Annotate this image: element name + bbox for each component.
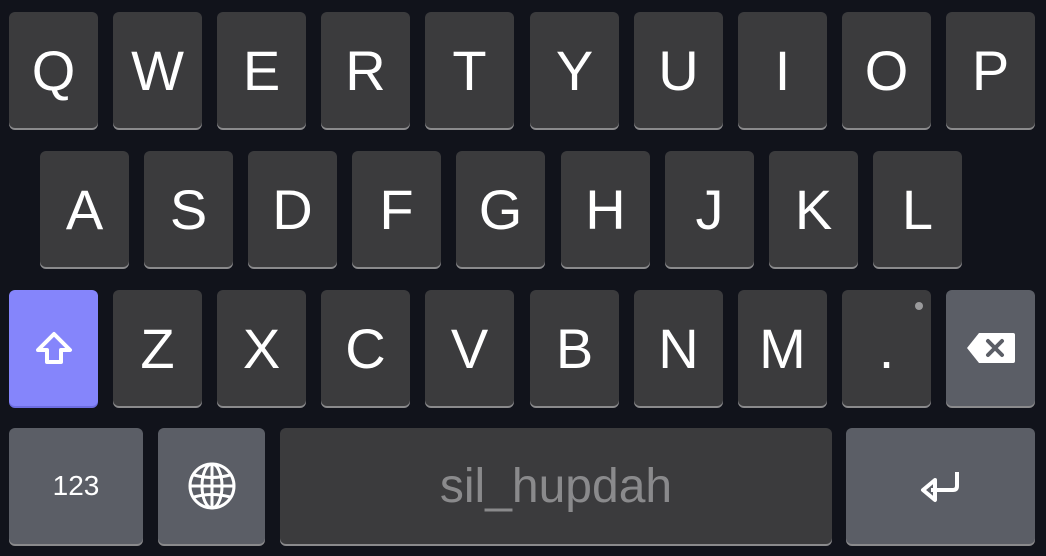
key-h[interactable]: H — [561, 151, 650, 267]
key-o[interactable]: O — [842, 12, 931, 128]
key-n[interactable]: N — [634, 290, 723, 406]
key-v[interactable]: V — [425, 290, 514, 406]
key-q[interactable]: Q — [9, 12, 98, 128]
key-period[interactable]: . — [842, 290, 931, 406]
key-b[interactable]: B — [530, 290, 619, 406]
key-m[interactable]: M — [738, 290, 827, 406]
key-a[interactable]: A — [40, 151, 129, 267]
key-f[interactable]: F — [352, 151, 441, 267]
key-c[interactable]: C — [321, 290, 410, 406]
enter-key[interactable] — [846, 428, 1035, 544]
shift-arrow-icon — [34, 330, 74, 366]
key-z[interactable]: Z — [113, 290, 202, 406]
key-p[interactable]: P — [946, 12, 1035, 128]
globe-icon — [186, 460, 238, 512]
key-t[interactable]: T — [425, 12, 514, 128]
key-x[interactable]: X — [217, 290, 306, 406]
key-u[interactable]: U — [634, 12, 723, 128]
key-r[interactable]: R — [321, 12, 410, 128]
numbers-key[interactable]: 123 — [9, 428, 143, 544]
key-g[interactable]: G — [456, 151, 545, 267]
backspace-icon — [965, 331, 1017, 365]
key-s[interactable]: S — [144, 151, 233, 267]
key-y[interactable]: Y — [530, 12, 619, 128]
backspace-key[interactable] — [946, 290, 1035, 406]
key-k[interactable]: K — [769, 151, 858, 267]
period-label: . — [878, 316, 895, 380]
language-key[interactable] — [158, 428, 265, 544]
key-w[interactable]: W — [113, 12, 202, 128]
key-e[interactable]: E — [217, 12, 306, 128]
key-d[interactable]: D — [248, 151, 337, 267]
long-press-hint-dot — [915, 302, 923, 310]
key-i[interactable]: I — [738, 12, 827, 128]
enter-return-icon — [919, 468, 963, 504]
key-j[interactable]: J — [665, 151, 754, 267]
key-l[interactable]: L — [873, 151, 962, 267]
space-bar[interactable]: sil_hupdah — [280, 428, 832, 544]
shift-key[interactable] — [9, 290, 98, 406]
